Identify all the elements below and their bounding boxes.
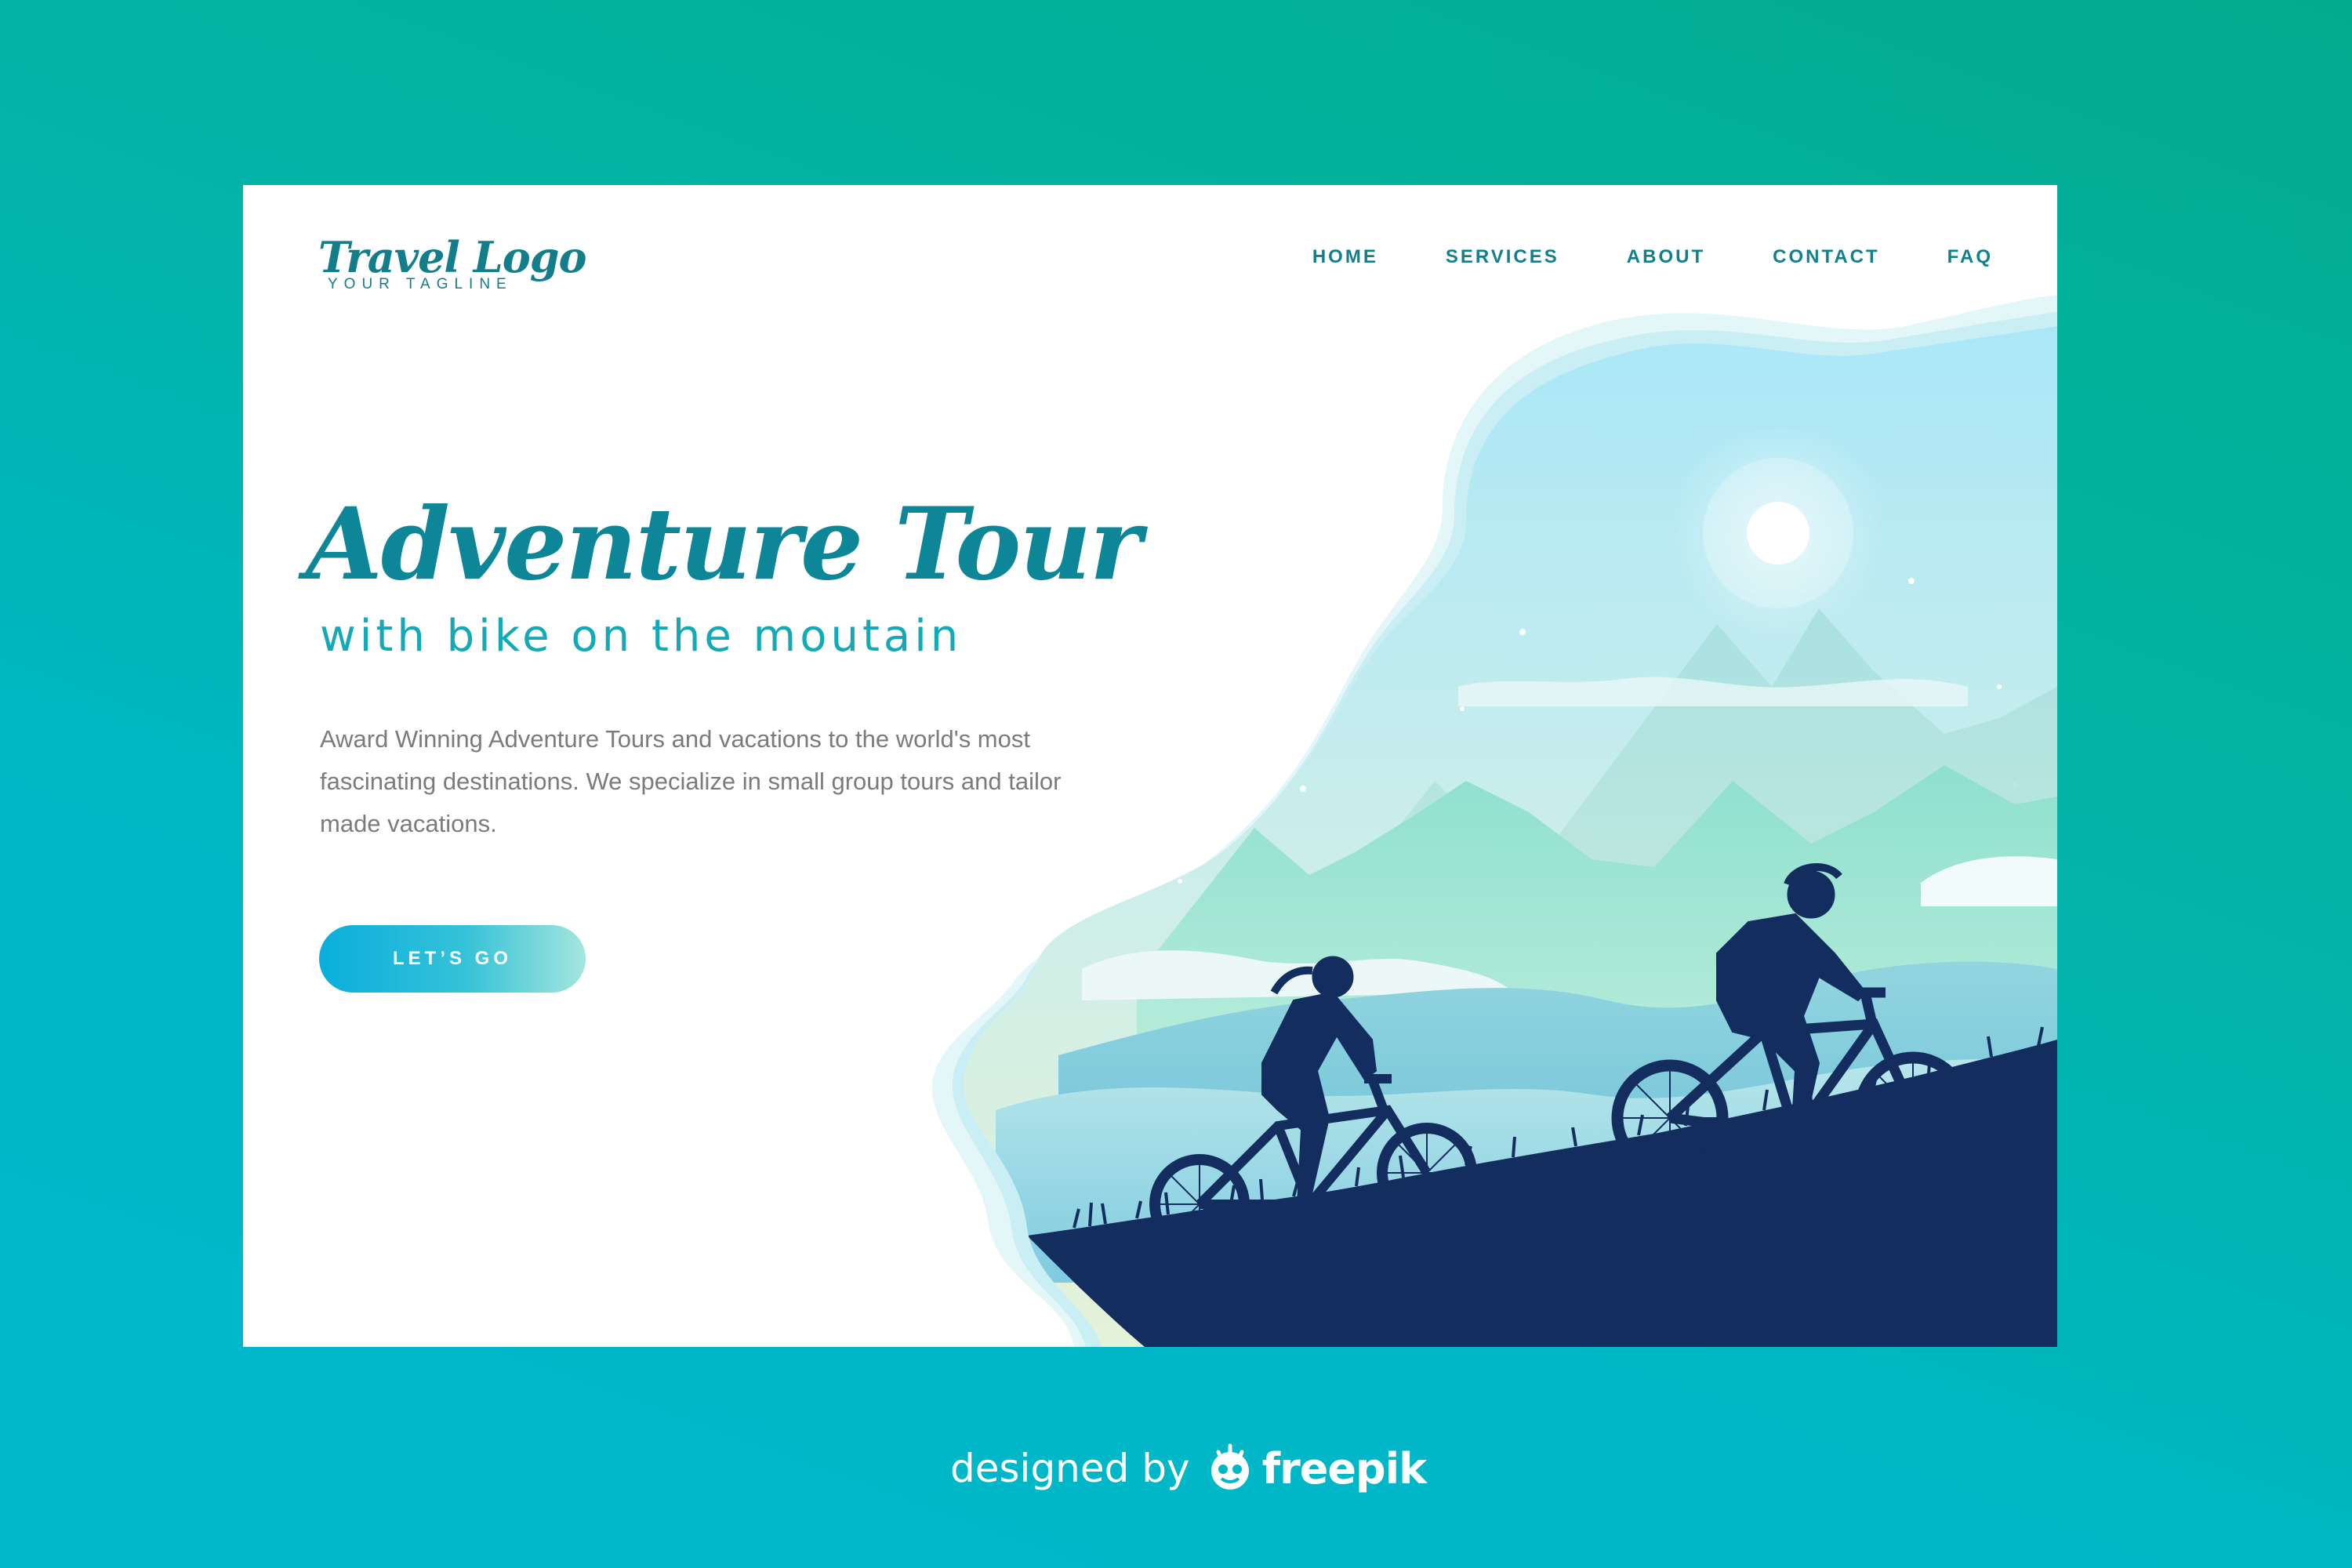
nav-item-home[interactable]: HOME [1312, 246, 1378, 268]
travel-logo[interactable]: Travel Logo YOUR TAGLINE [318, 232, 587, 318]
main-navigation: HOME SERVICES ABOUT CONTACT FAQ [1312, 246, 1993, 268]
credit-prefix: designed by [950, 1446, 1190, 1491]
nav-item-about[interactable]: ABOUT [1627, 246, 1705, 268]
nav-item-services[interactable]: SERVICES [1446, 246, 1559, 268]
nav-item-faq[interactable]: FAQ [1947, 246, 1993, 268]
logo-tagline: YOUR TAGLINE [328, 276, 513, 292]
hero-subtitle: with bike on the moutain [320, 611, 963, 662]
hero-description: Award Winning Adventure Tours and vacati… [320, 725, 1062, 837]
credit-brand: freepik [1261, 1443, 1427, 1494]
lets-go-button[interactable]: LET’S GO [319, 925, 586, 993]
logo-name: Travel Logo [318, 232, 587, 282]
freepik-mascot-icon [1210, 1443, 1249, 1490]
nav-item-contact[interactable]: CONTACT [1773, 246, 1880, 268]
freepik-credit[interactable]: designed by freepik [950, 1433, 1427, 1504]
hero-title: Adventure Tour [306, 486, 1142, 602]
landing-page-card: Travel Logo YOUR TAGLINE HOME SERVICES A… [243, 185, 2057, 1347]
